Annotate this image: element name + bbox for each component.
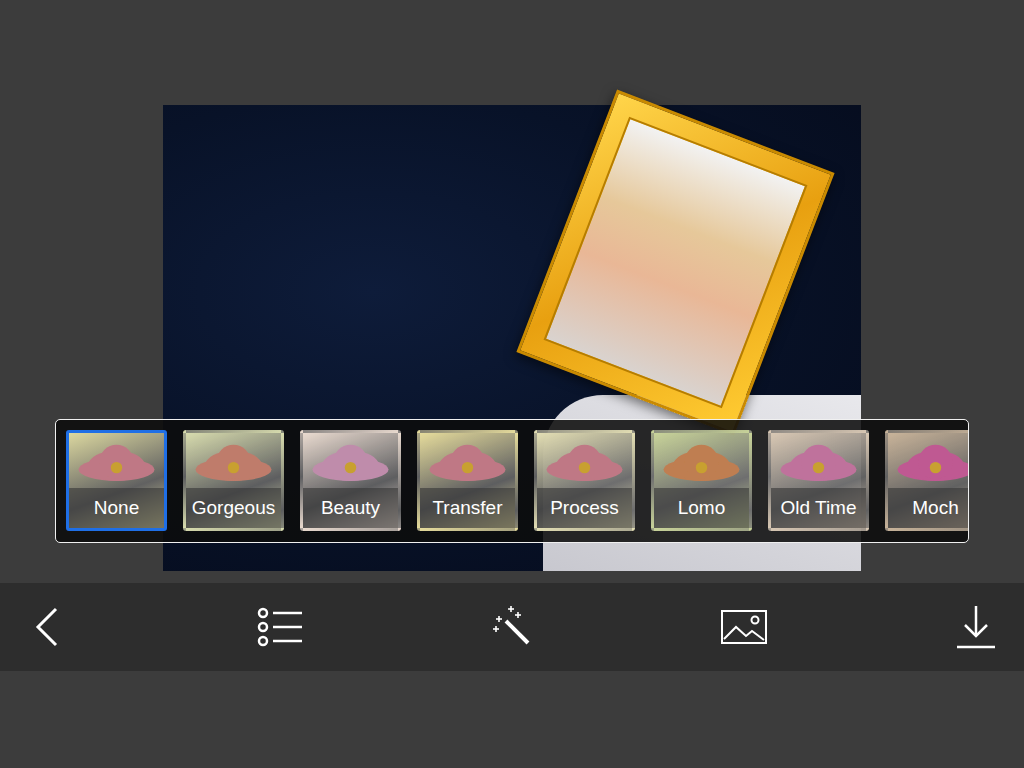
filter-thumbnail[interactable]: Moch [885,430,969,531]
filter-label: Moch [888,488,969,528]
filter-label: Old Time [771,488,866,528]
canvas-row: None Gorgeous Beauty Transfer Process Lo… [0,105,1024,571]
download-icon [955,604,997,650]
filter-strip[interactable]: None Gorgeous Beauty Transfer Process Lo… [55,419,969,543]
list-icon [256,605,304,649]
filter-thumbnail[interactable]: Beauty [300,430,401,531]
chevron-left-icon [28,605,68,649]
filter-label: Lomo [654,488,749,528]
image-icon [720,609,768,645]
magic-button[interactable] [488,605,536,649]
filter-label: Gorgeous [186,488,281,528]
filter-thumbnail[interactable]: Gorgeous [183,430,284,531]
background-button[interactable] [720,609,768,645]
filter-thumbnail[interactable]: Transfer [417,430,518,531]
filter-label: Process [537,488,632,528]
magic-wand-icon [490,605,534,649]
gold-frame[interactable] [516,90,834,436]
filter-label: Beauty [303,488,398,528]
filter-thumbnail[interactable]: Old Time [768,430,869,531]
bottom-toolbar [0,583,1024,671]
filter-thumbnail[interactable]: Lomo [651,430,752,531]
spacer [0,571,1024,583]
download-button[interactable] [952,604,1000,650]
photo-editor-screen: None Gorgeous Beauty Transfer Process Lo… [0,0,1024,768]
frame-photo [544,117,808,409]
filter-thumbnail[interactable]: None [66,430,167,531]
photo-canvas[interactable]: None Gorgeous Beauty Transfer Process Lo… [163,105,861,571]
filter-label: None [69,488,164,528]
filter-label: Transfer [420,488,515,528]
filter-list: None Gorgeous Beauty Transfer Process Lo… [66,430,968,531]
top-area [0,0,1024,105]
back-button[interactable] [24,605,72,649]
filter-thumbnail[interactable]: Process [534,430,635,531]
list-button[interactable] [256,605,304,649]
